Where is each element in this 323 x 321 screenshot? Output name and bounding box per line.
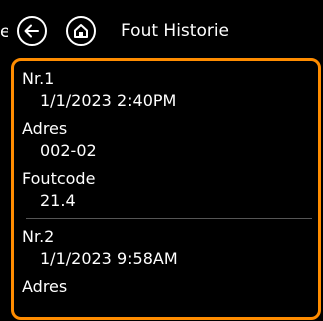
entry-timestamp: 1/1/2023 2:40PM xyxy=(40,91,177,110)
list-item[interactable]: Nr.2 1/1/2023 9:58AM Adres xyxy=(14,219,318,298)
error-code-value: 21.4 xyxy=(40,191,76,210)
address-label: Adres xyxy=(22,119,68,138)
arrow-left-icon xyxy=(24,24,39,38)
page-title: Fout Historie xyxy=(121,21,230,41)
address-value: 002-02 xyxy=(40,141,97,160)
entries-scroll[interactable]: Nr.1 1/1/2023 2:40PM Adres 002-02 Foutco… xyxy=(14,61,318,298)
list-item[interactable]: Nr.1 1/1/2023 2:40PM Adres 002-02 Foutco… xyxy=(14,61,318,219)
address-label: Adres xyxy=(22,277,68,296)
entry-number: Nr.2 xyxy=(22,227,55,246)
entry-timestamp: 1/1/2023 9:58AM xyxy=(40,249,178,268)
home-icon xyxy=(74,24,88,38)
entry-number: Nr.1 xyxy=(22,69,55,88)
error-code-label: Foutcode xyxy=(22,169,96,188)
screen: e Fout Historie Nr.1 1/1/2023 2:40PM Adr… xyxy=(0,0,323,321)
header-bar: Fout Historie xyxy=(0,0,323,60)
error-history-list[interactable]: Nr.1 1/1/2023 2:40PM Adres 002-02 Foutco… xyxy=(11,58,321,320)
home-button[interactable] xyxy=(66,16,96,46)
back-button[interactable] xyxy=(17,16,47,46)
